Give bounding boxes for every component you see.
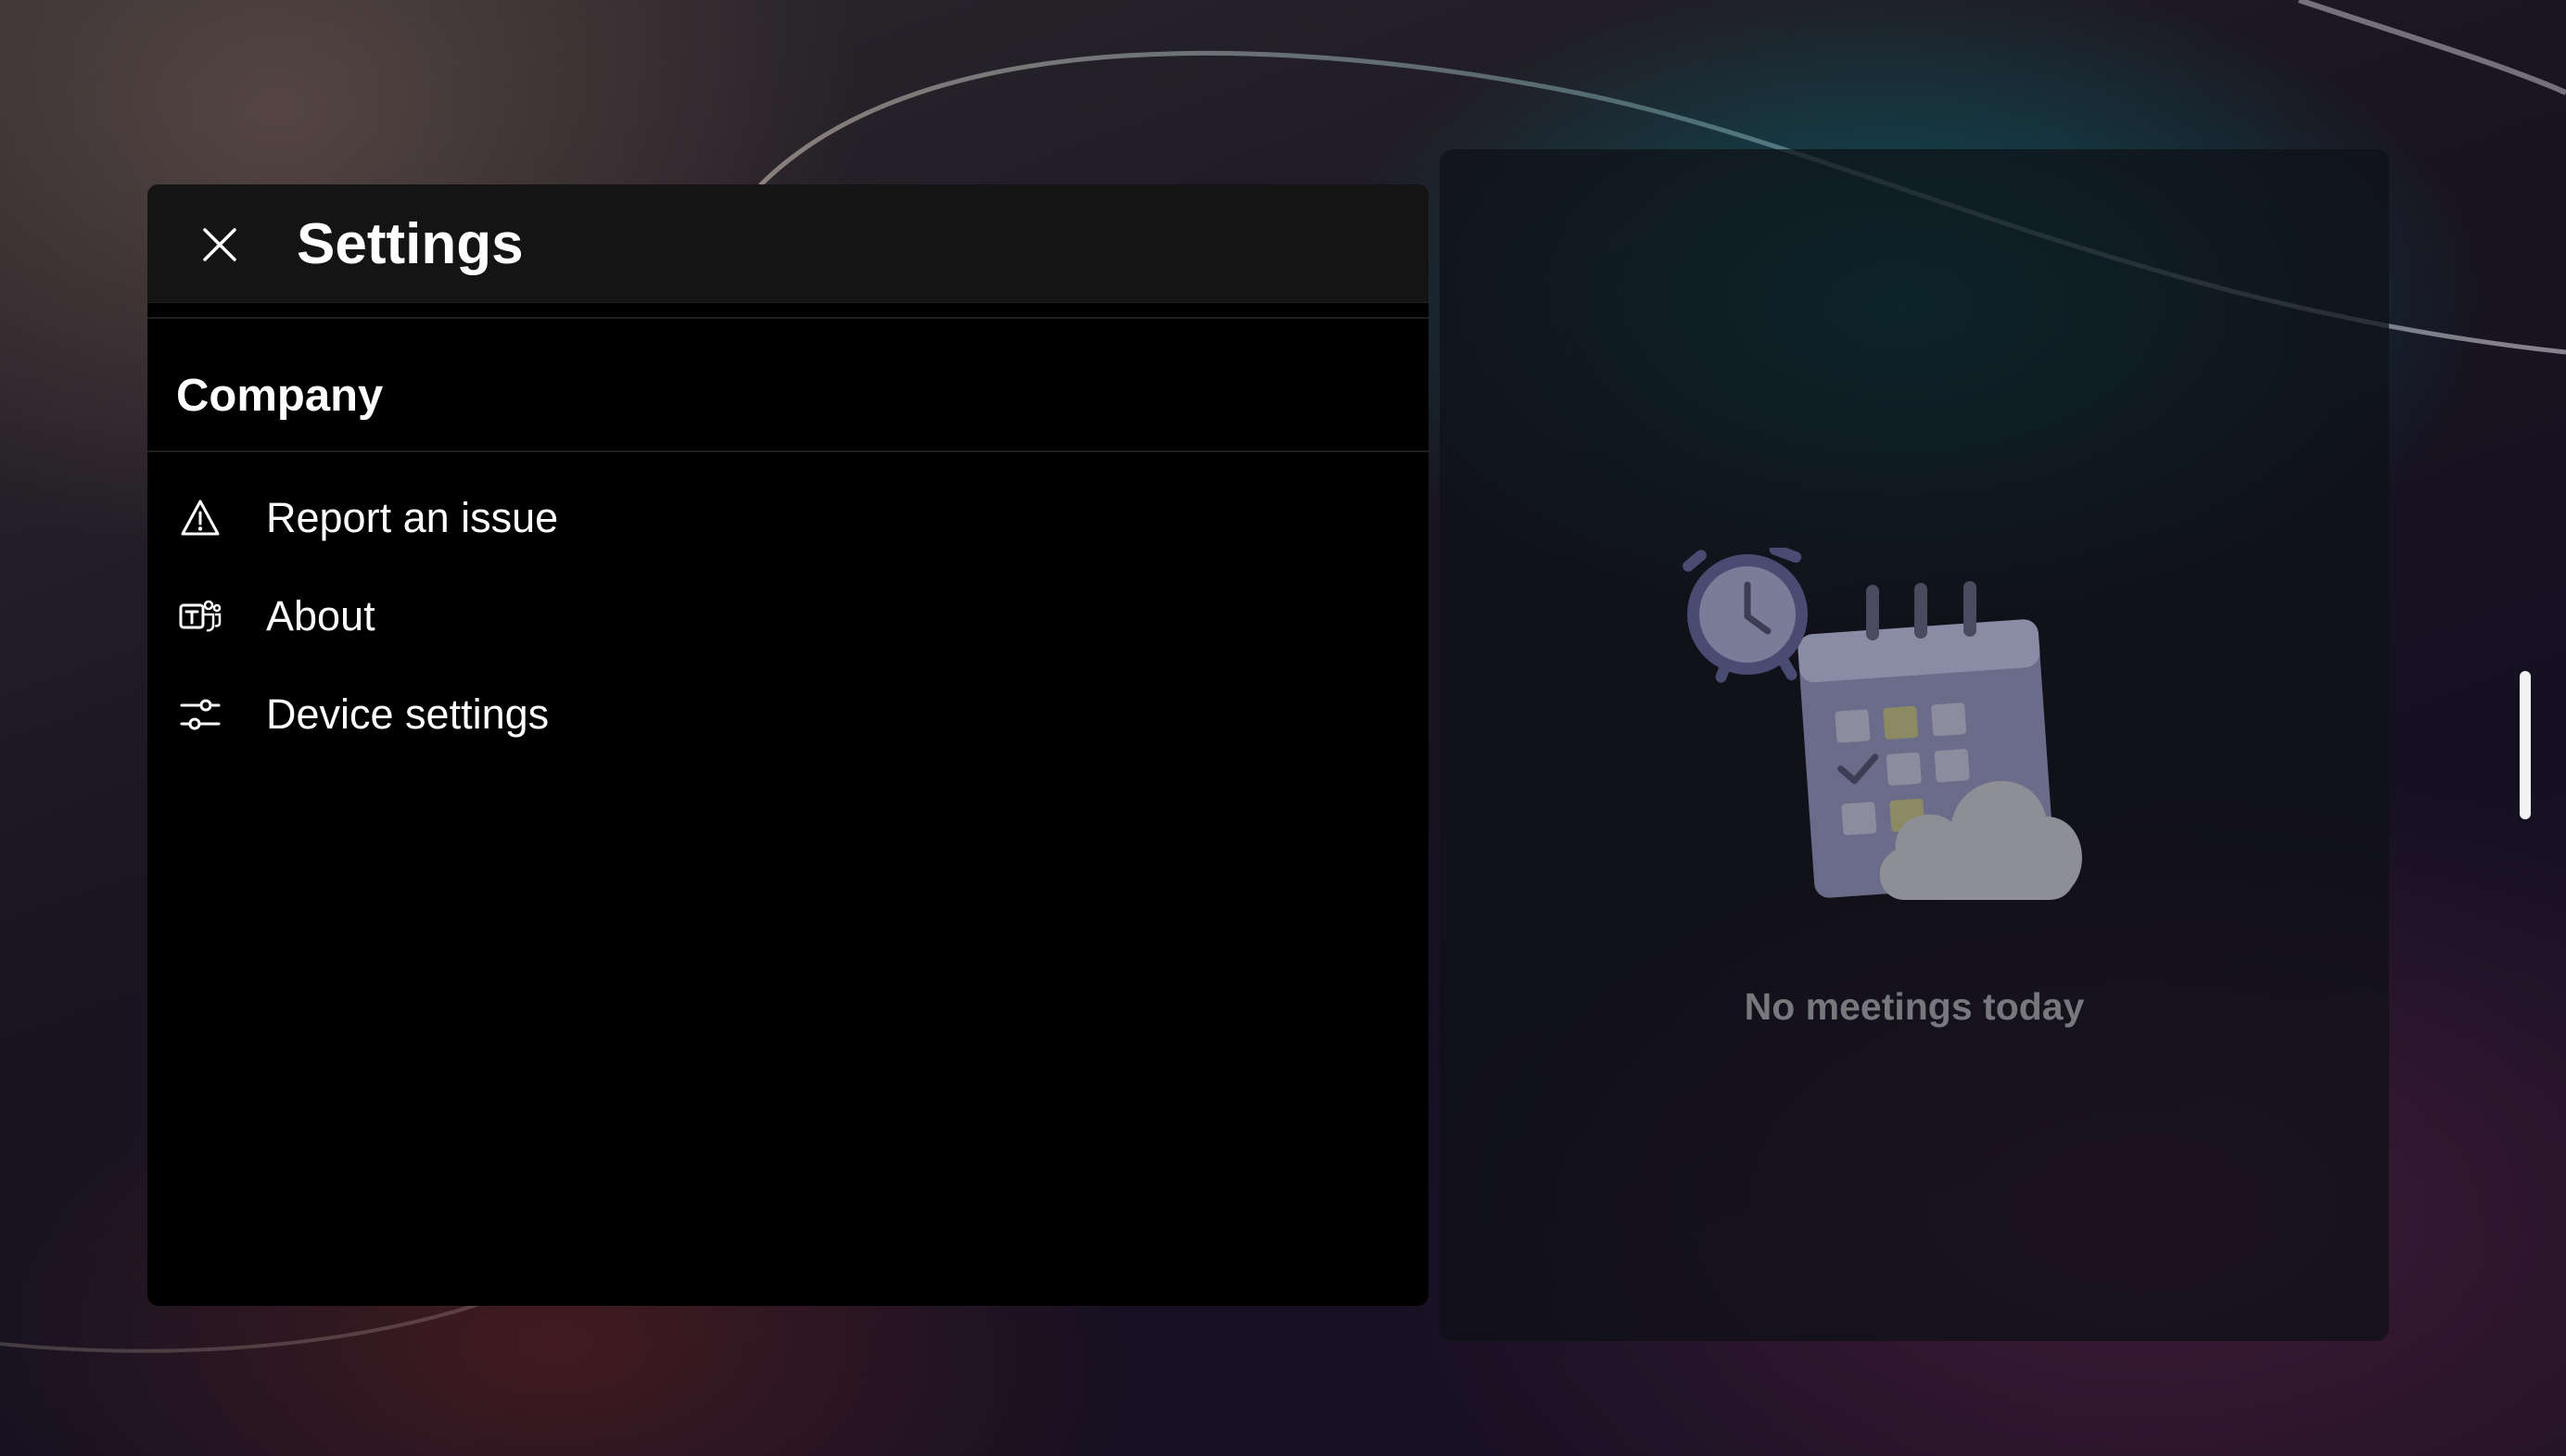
- sliders-icon: [178, 692, 222, 737]
- menu-item-report-issue[interactable]: Report an issue: [147, 474, 1429, 563]
- section-title-company: Company: [176, 371, 384, 421]
- settings-panel: Settings Company Report an issue About D…: [147, 184, 1429, 1306]
- divider: [147, 450, 1429, 452]
- teams-icon: [178, 594, 222, 639]
- warning-icon: [178, 496, 222, 540]
- menu-item-about[interactable]: About: [147, 572, 1429, 661]
- menu-item-device-settings[interactable]: Device settings: [147, 670, 1429, 759]
- settings-title: Settings: [297, 212, 524, 276]
- no-meetings-text: No meetings today: [1744, 985, 2085, 1028]
- close-button[interactable]: [183, 208, 257, 282]
- calendar-clock-cloud-illustration: [1683, 548, 2082, 900]
- scroll-handle[interactable]: [2520, 671, 2531, 819]
- settings-header: Settings: [147, 184, 1429, 303]
- close-icon: [203, 228, 236, 261]
- divider: [147, 317, 1429, 319]
- meetings-panel: No meetings today: [1440, 149, 2389, 1341]
- menu-item-label: Report an issue: [266, 494, 559, 541]
- menu-item-label: Device settings: [266, 690, 550, 738]
- menu-item-label: About: [266, 592, 375, 639]
